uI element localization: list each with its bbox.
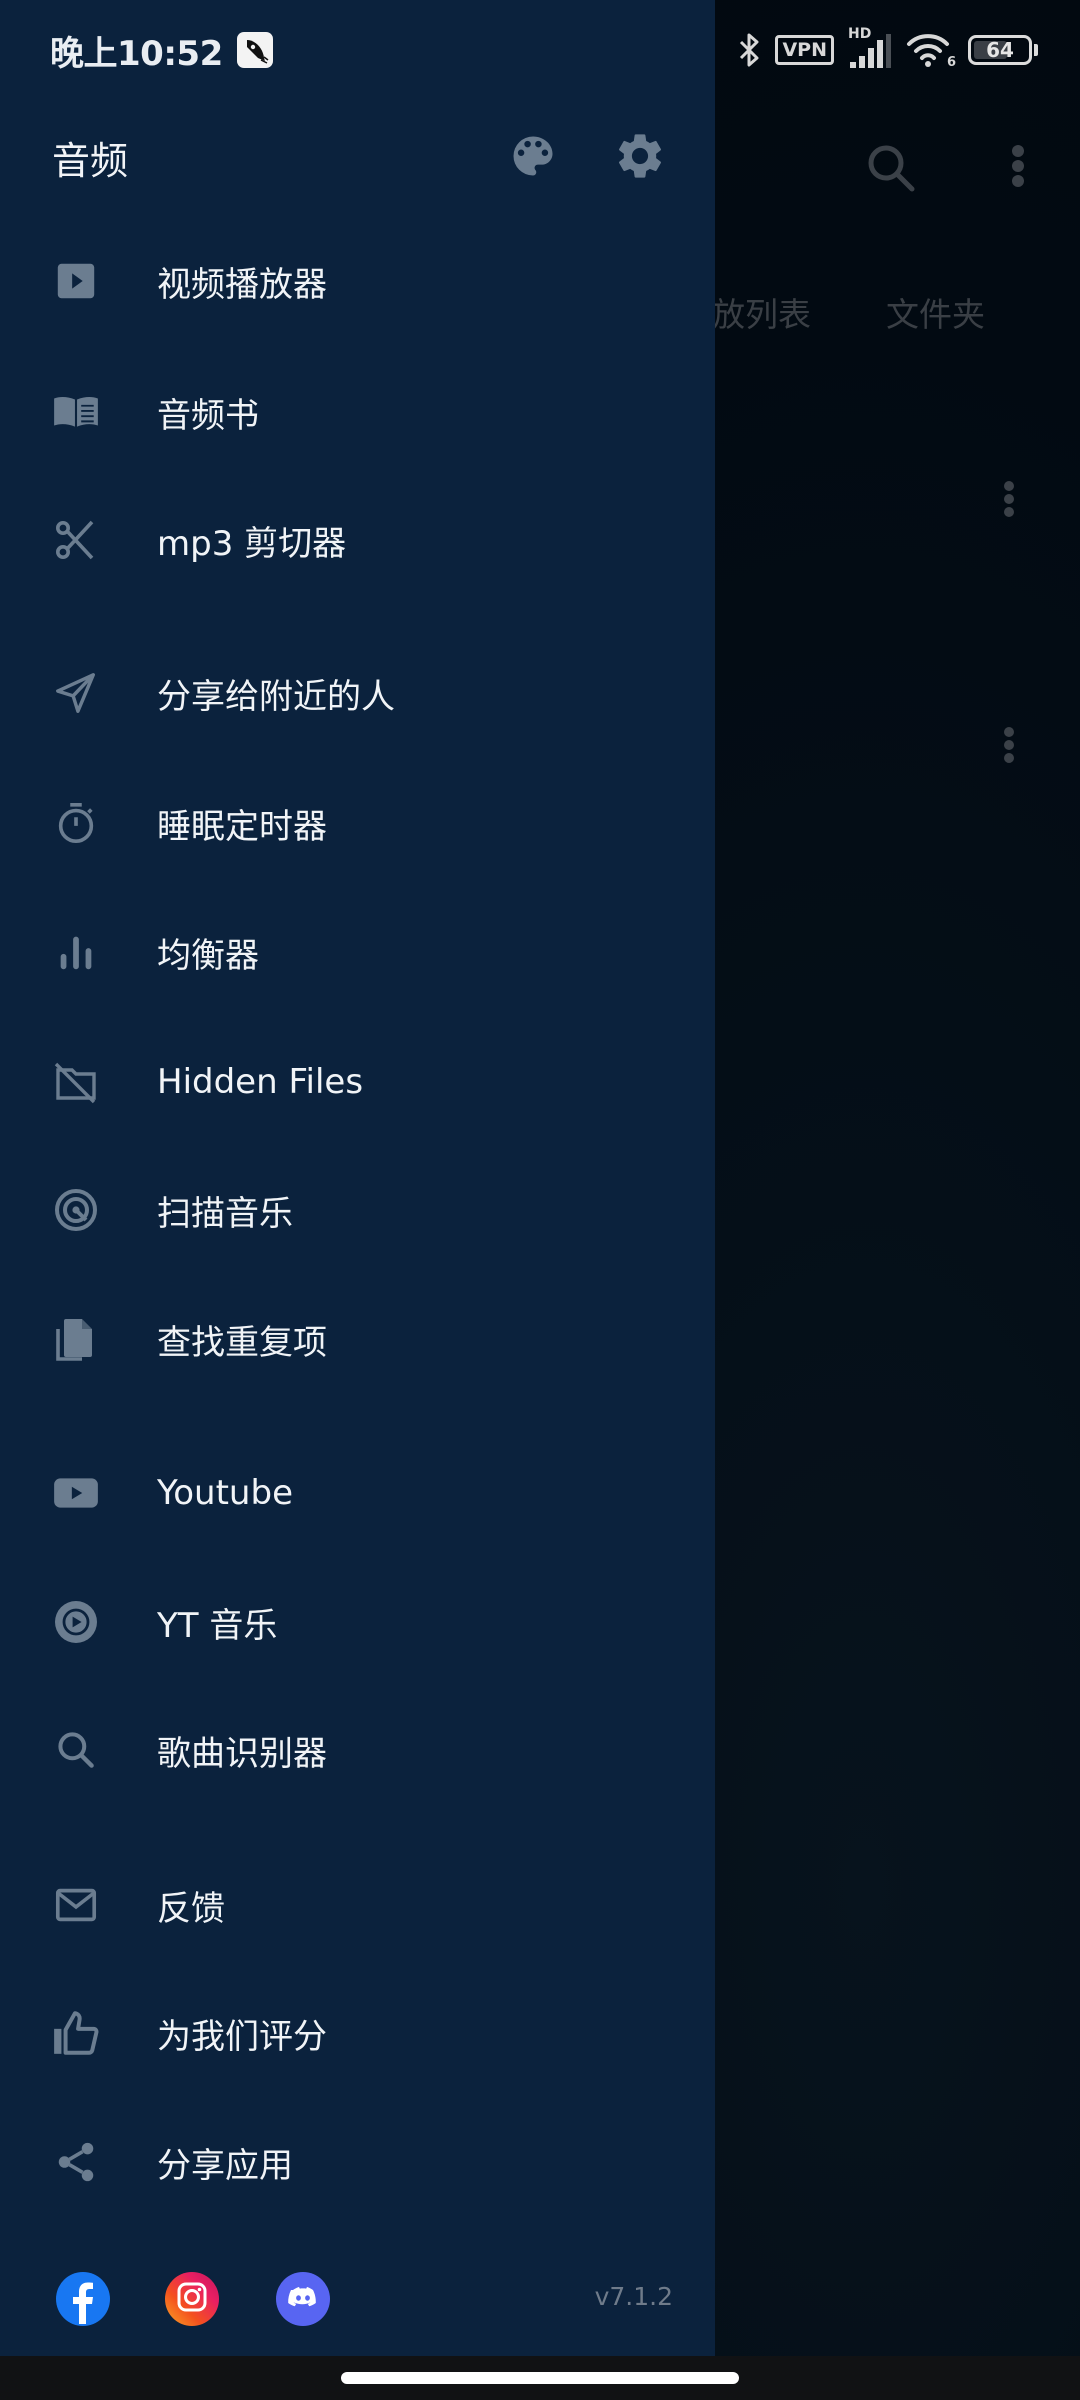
- vpn-icon: VPN: [775, 35, 834, 65]
- thumb-up-icon: [50, 2007, 102, 2059]
- discord-button[interactable]: [276, 2272, 330, 2326]
- menu-label: 查找重复项: [157, 1322, 327, 1363]
- tab-playlists[interactable]: 放列表: [712, 288, 811, 336]
- discord-icon: [276, 2270, 330, 2328]
- menu-item-audiobook[interactable]: 音频书: [0, 357, 715, 467]
- menu-item-share-app[interactable]: 分享应用: [0, 2107, 715, 2217]
- home-indicator[interactable]: [341, 2372, 739, 2384]
- search-icon[interactable]: [862, 140, 920, 198]
- gear-icon: [613, 129, 667, 187]
- menu-label: 扫描音乐: [157, 1193, 293, 1234]
- folder-off-icon: [50, 1056, 102, 1108]
- yt-music-icon: [50, 1596, 102, 1648]
- menu-item-sleep-timer[interactable]: 睡眠定时器: [0, 768, 715, 878]
- menu-item-scan-music[interactable]: 扫描音乐: [0, 1155, 715, 1265]
- menu-item-equalizer[interactable]: 均衡器: [0, 897, 715, 1007]
- send-icon: [50, 667, 102, 719]
- menu-item-yt-music[interactable]: YT 音乐: [0, 1567, 715, 1677]
- status-time: 晚上10:52: [50, 33, 223, 74]
- theme-button[interactable]: [505, 130, 561, 186]
- facebook-button[interactable]: [56, 2272, 110, 2326]
- menu-label: 均衡器: [157, 935, 259, 976]
- search-icon: [50, 1724, 102, 1776]
- instagram-icon: [165, 2270, 219, 2328]
- navigation-drawer: 晚上10:52 音频 视频播放器 音频书 mp3 剪切器 分享给附近的人 睡眠定…: [0, 0, 715, 2356]
- app-version: v7.1.2: [594, 2282, 673, 2311]
- drawer-footer: v7.1.2: [0, 2268, 715, 2332]
- menu-item-youtube[interactable]: Youtube: [0, 1438, 715, 1548]
- scan-icon: [50, 1184, 102, 1236]
- share-icon: [50, 2136, 102, 2188]
- rocket-app-icon: [236, 32, 273, 68]
- menu-item-hidden-files[interactable]: Hidden Files: [0, 1027, 715, 1137]
- facebook-icon: [56, 2270, 110, 2328]
- palette-icon: [507, 130, 559, 186]
- menu-item-mp3-cutter[interactable]: mp3 剪切器: [0, 485, 715, 595]
- timer-icon: [50, 797, 102, 849]
- cellular-signal-icon: HD: [848, 26, 892, 70]
- play-box-icon: [50, 255, 102, 307]
- menu-label: 为我们评分: [157, 2016, 327, 2057]
- menu-label: 视频播放器: [157, 264, 327, 305]
- wifi-standard-label: 6: [946, 55, 956, 70]
- menu-label: mp3 剪切器: [157, 523, 347, 564]
- mail-icon: [50, 1879, 102, 1931]
- status-bar-left: 晚上10:52: [50, 26, 273, 74]
- copy-file-icon: [50, 1313, 102, 1365]
- system-navigation-bar: [0, 2356, 1080, 2400]
- menu-label: YT 音乐: [157, 1605, 278, 1646]
- menu-label: 歌曲识别器: [157, 1733, 327, 1774]
- menu-item-rate-us[interactable]: 为我们评分: [0, 1978, 715, 2088]
- menu-label: Youtube: [157, 1473, 293, 1513]
- tab-folders[interactable]: 文件夹: [886, 288, 985, 336]
- row-more-icon[interactable]: [998, 478, 1020, 522]
- menu-label: 音频书: [157, 395, 259, 436]
- menu-label: 分享给附近的人: [157, 676, 395, 717]
- menu-label: 睡眠定时器: [157, 806, 327, 847]
- drawer-title: 音频: [52, 139, 129, 183]
- menu-item-share-nearby[interactable]: 分享给附近的人: [0, 638, 715, 748]
- battery-percent: 64: [986, 38, 1014, 62]
- status-bar-right: VPN HD 6 64: [737, 26, 1038, 72]
- book-icon: [50, 386, 102, 438]
- bluetooth-icon: [737, 32, 761, 68]
- equalizer-icon: [50, 926, 102, 978]
- row-more-icon[interactable]: [998, 724, 1020, 768]
- settings-button[interactable]: [612, 130, 668, 186]
- menu-label: Hidden Files: [157, 1062, 364, 1102]
- youtube-icon: [50, 1467, 102, 1519]
- instagram-button[interactable]: [165, 2272, 219, 2326]
- more-vert-icon[interactable]: [1006, 142, 1030, 198]
- menu-item-feedback[interactable]: 反馈: [0, 1850, 715, 1960]
- scissors-icon: [50, 514, 102, 566]
- wifi-icon: 6: [906, 30, 956, 70]
- menu-label: 分享应用: [157, 2145, 293, 2186]
- menu-item-video-player[interactable]: 视频播放器: [0, 226, 715, 336]
- menu-label: 反馈: [157, 1888, 225, 1929]
- drawer-header: 音频: [0, 110, 715, 200]
- menu-item-find-duplicates[interactable]: 查找重复项: [0, 1284, 715, 1394]
- menu-item-song-recognizer[interactable]: 歌曲识别器: [0, 1695, 715, 1805]
- battery-icon: 64: [968, 35, 1038, 65]
